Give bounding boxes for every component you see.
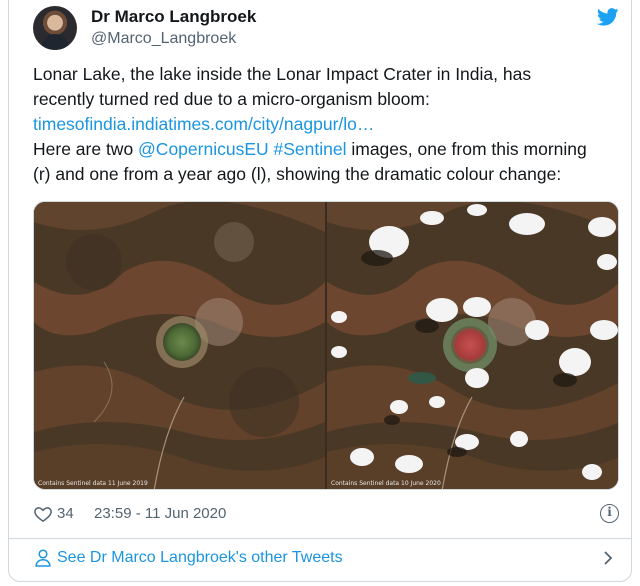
heart-icon[interactable] (33, 504, 53, 524)
tweet-text-line-4-end: images, one from this morning (346, 139, 587, 159)
hashtag-link[interactable]: #Sentinel (274, 139, 347, 159)
tweet-text-line-2: recently turned red due to a micro-organ… (33, 89, 430, 109)
see-more-tweets-link[interactable]: See Dr Marco Langbroek's other Tweets (33, 548, 623, 570)
tweet-text-line-1: Lonar Lake, the lake inside the Lonar Im… (33, 64, 532, 84)
tweet-header: Dr Marco Langbroek @Marco_Langbroek (33, 4, 623, 54)
author-name[interactable]: Dr Marco Langbroek (91, 7, 256, 27)
divider (9, 538, 631, 539)
author-handle[interactable]: @Marco_Langbroek (91, 30, 236, 48)
person-icon (35, 549, 51, 567)
satellite-image-2020[interactable]: Contains Sentinel data 10 June 2020 (327, 202, 618, 489)
mention-link[interactable]: @CopernicusEU (138, 139, 269, 159)
chevron-right-icon (604, 551, 613, 565)
tweet-text: Lonar Lake, the lake inside the Lonar Im… (33, 62, 623, 187)
embedded-tweet-card: Dr Marco Langbroek @Marco_Langbroek Lona… (8, 0, 632, 582)
author-avatar[interactable] (33, 6, 77, 50)
image-stamp-left: Contains Sentinel data 11 June 2019 (38, 480, 148, 487)
tweet-text-line-4-start: Here are two (33, 139, 139, 159)
like-count[interactable]: 34 (57, 505, 74, 522)
tweet-timestamp[interactable]: 23:59 - 11 Jun 2020 (94, 505, 226, 522)
tweet-meta: 34 23:59 - 11 Jun 2020 (33, 504, 623, 526)
see-more-tweets-label: See Dr Marco Langbroek's other Tweets (57, 549, 343, 566)
satellite-image-2019[interactable]: Contains Sentinel data 11 June 2019 (34, 202, 325, 489)
tweet-text-line-4: Here are two @CopernicusEU #Sentinel ima… (33, 137, 623, 162)
article-link[interactable]: timesofindia.indiatimes.com/city/nagpur/… (33, 112, 623, 137)
tweet-text-line-5: (r) and one from a year ago (l), showing… (33, 164, 562, 184)
image-stamp-right: Contains Sentinel data 10 June 2020 (331, 480, 441, 487)
info-icon[interactable] (600, 504, 619, 523)
twitter-bird-icon[interactable] (597, 8, 619, 26)
tweet-media[interactable]: Contains Sentinel data 11 June 2019 Cont… (33, 201, 619, 490)
